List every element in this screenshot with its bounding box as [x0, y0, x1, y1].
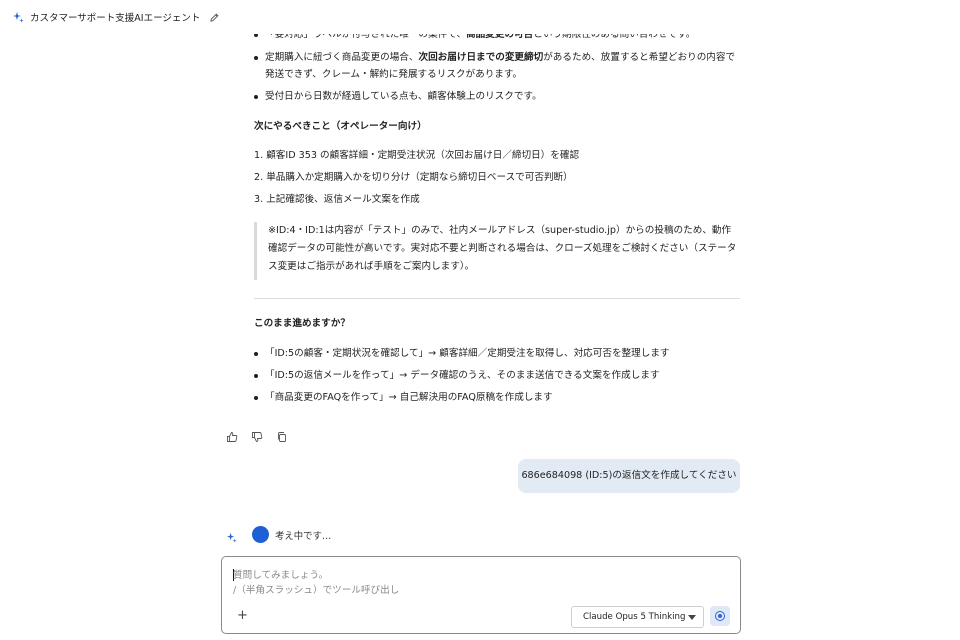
model-select-label: Claude Opus 5 Thinking — [583, 612, 686, 622]
thumbs-up-icon[interactable] — [226, 431, 238, 443]
chevron-down-icon — [688, 615, 696, 620]
user-message-bubble: 686e684098 (ID:5)の返信文を作成してください — [518, 459, 740, 493]
message-actions — [226, 431, 288, 443]
sparkle-icon — [226, 532, 237, 543]
divider — [254, 298, 740, 299]
section-heading: このまま進めますか？ — [254, 318, 350, 329]
numbered-step: 1. 顧客ID 353 の顧客詳細・定期受注状況（次回お届け日／締切日）を確認 — [254, 150, 580, 161]
thinking-indicator: 考え中です… — [226, 526, 331, 543]
numbered-step: 2. 単品購入か定期購入かを切り分け（定期なら締切日ベースで可否判断） — [254, 172, 573, 183]
thinking-text: 考え中です… — [275, 530, 332, 542]
section-heading: 次にやるべきこと（オペレーター向け） — [254, 121, 427, 132]
composer-placeholder[interactable]: 質問してみましょう。 — [233, 567, 328, 581]
note-text: ※ID:4・ID:1は内容が「テスト」のみで、社内メールアドレス（super-s… — [268, 225, 737, 272]
user-message-text: 686e684098 (ID:5)の返信文を作成してください — [521, 470, 737, 481]
model-select[interactable]: Claude Opus 5 Thinking — [571, 606, 704, 628]
copy-icon[interactable] — [276, 431, 288, 443]
list-item: 「ID:5の返信メールを作って」→ データ確認のうえ、そのまま送信できる文案を作… — [254, 367, 744, 384]
stop-icon — [715, 611, 725, 621]
chat-composer[interactable]: 質問してみましょう。 /（半角スラッシュ）でツール呼び出し + Claude O… — [221, 556, 741, 634]
pencil-icon[interactable] — [209, 12, 220, 23]
note-blockquote: ※ID:4・ID:1は内容が「テスト」のみで、社内メールアドレス（super-s… — [254, 222, 740, 280]
send-button[interactable] — [710, 606, 730, 626]
app-title: カスタマーサポート支援AIエージェント — [30, 13, 201, 24]
sparkle-icon — [13, 12, 24, 23]
list-item: 「ID:5の顧客・定期状況を確認して」→ 顧客詳細／定期受注を取得し、対応可否を… — [254, 345, 744, 362]
app-header: カスタマーサポート支援AIエージェント — [0, 0, 960, 34]
list-item: 受付日から日数が経過している点も、顧客体験上のリスクです。 — [254, 88, 744, 105]
loading-dot — [252, 526, 269, 543]
numbered-step: 3. 上記確認後、返信メール文案を作成 — [254, 194, 420, 205]
composer-hint: /（半角スラッシュ）でツール呼び出し — [233, 585, 400, 596]
list-item: 定期購入に紐づく商品変更の場合、次回お届け日までの変更締切があるため、放置すると… — [254, 49, 744, 83]
list-item: 「商品変更のFAQを作って」→ 自己解決用のFAQ原稿を作成します — [254, 389, 744, 406]
add-attachment-button[interactable]: + — [237, 609, 248, 623]
thumbs-down-icon[interactable] — [251, 431, 263, 443]
